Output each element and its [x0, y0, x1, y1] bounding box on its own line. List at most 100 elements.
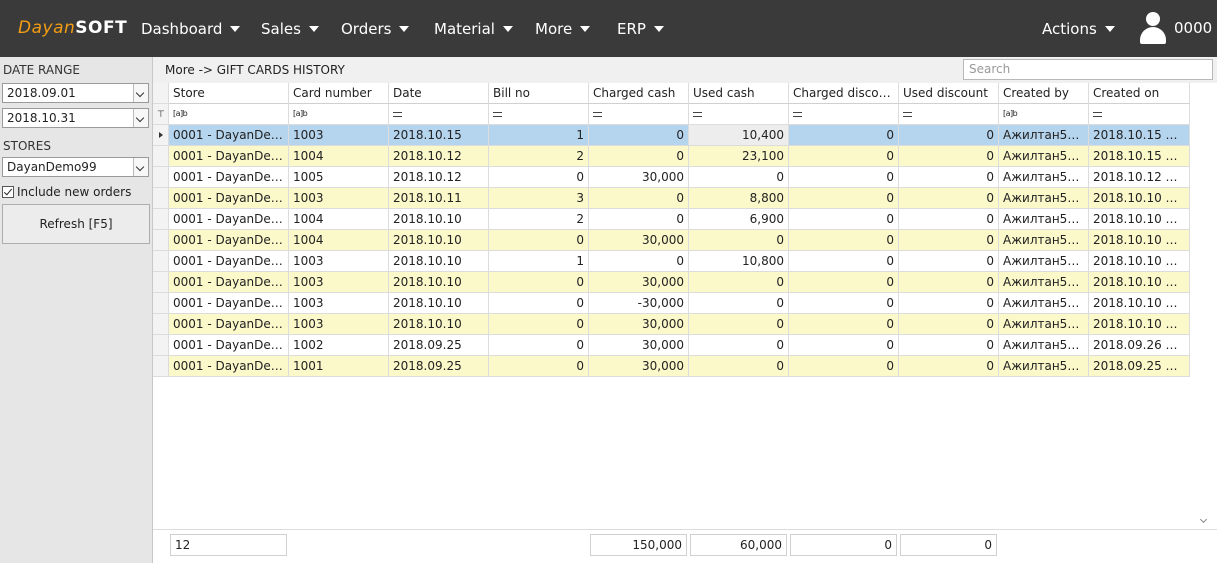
cell-card-number[interactable]: 1003 [289, 272, 389, 293]
cell-created-on[interactable]: 2018.10.10 15:27 [1089, 230, 1190, 251]
cell-created-on[interactable]: 2018.10.10 16:19 [1089, 188, 1190, 209]
search-input[interactable]: Search [963, 59, 1213, 80]
cell-bill-no[interactable]: 0 [489, 272, 589, 293]
row-indicator[interactable] [153, 314, 169, 335]
cell-used-cash[interactable]: 8,800 [689, 188, 789, 209]
cell-bill-no[interactable]: 0 [489, 230, 589, 251]
cell-created-by[interactable]: Ажилтан5001 [999, 251, 1089, 272]
cell-charged-discount[interactable]: 0 [789, 335, 899, 356]
filter-cell-used-discount[interactable] [899, 104, 999, 125]
column-header-used-discount[interactable]: Used discount [899, 83, 999, 104]
table-row[interactable]: 0001 - DayanDem... 1002 2018.09.25 0 30,000 0… [153, 335, 1196, 356]
cell-store[interactable]: 0001 - DayanDem... [169, 167, 289, 188]
chevron-down-icon[interactable] [133, 109, 148, 127]
cell-used-cash[interactable]: 0 [689, 167, 789, 188]
table-row[interactable]: 0001 - DayanDem... 1003 2018.10.15 1 0 10,400… [153, 125, 1196, 146]
cell-created-on[interactable]: 2018.10.12 17:41 [1089, 167, 1190, 188]
date-to-picker[interactable]: 2018.10.31 [2, 108, 149, 128]
cell-store[interactable]: 0001 - DayanDem... [169, 146, 289, 167]
cell-charged-discount[interactable]: 0 [789, 146, 899, 167]
column-header-used-cash[interactable]: Used cash [689, 83, 789, 104]
column-header-date[interactable]: Date [389, 83, 489, 104]
cell-store[interactable]: 0001 - DayanDem... [169, 209, 289, 230]
cell-date[interactable]: 2018.09.25 [389, 356, 489, 377]
cell-date[interactable]: 2018.10.12 [389, 167, 489, 188]
table-row[interactable]: 0001 - DayanDem... 1004 2018.10.10 0 30,000 0… [153, 230, 1196, 251]
table-row[interactable]: 0001 - DayanDem... 1003 2018.10.10 0 30,000 0… [153, 272, 1196, 293]
cell-charged-discount[interactable]: 0 [789, 293, 899, 314]
cell-store[interactable]: 0001 - DayanDem... [169, 335, 289, 356]
header-indicator[interactable] [153, 83, 169, 104]
cell-created-on[interactable]: 2018.10.15 09:12 [1089, 146, 1190, 167]
cell-used-discount[interactable]: 0 [899, 146, 999, 167]
cell-charged-cash[interactable]: 0 [589, 146, 689, 167]
column-header-charged-discount[interactable]: Charged discount [789, 83, 899, 104]
actions-menu[interactable]: Actions [1042, 20, 1115, 38]
app-logo[interactable]: DayanSOFT [18, 18, 127, 38]
cell-charged-cash[interactable]: 0 [589, 125, 689, 146]
cell-created-by[interactable]: Ажилтан5001 [999, 188, 1089, 209]
cell-date[interactable]: 2018.10.10 [389, 230, 489, 251]
cell-created-by[interactable]: Ажилтан5001 [999, 293, 1089, 314]
row-indicator[interactable] [153, 167, 169, 188]
cell-created-by[interactable]: Ажилтан5001 [999, 125, 1089, 146]
cell-created-on[interactable]: 2018.10.10 14:20 [1089, 314, 1190, 335]
cell-store[interactable]: 0001 - DayanDem... [169, 251, 289, 272]
cell-card-number[interactable]: 1001 [289, 356, 389, 377]
cell-card-number[interactable]: 1005 [289, 167, 389, 188]
cell-created-on[interactable]: 2018.09.26 09:32 [1089, 335, 1190, 356]
cell-used-cash[interactable]: 10,800 [689, 251, 789, 272]
column-header-row[interactable]: Store Card number Date Bill no Charged cash U… [153, 83, 1196, 104]
cell-charged-discount[interactable]: 0 [789, 188, 899, 209]
filter-row[interactable]: ⊤ [a]b [a]b [a]b [153, 104, 1196, 125]
row-indicator[interactable] [153, 146, 169, 167]
cell-created-by[interactable]: Ажилтан5001 [999, 230, 1089, 251]
nav-more[interactable]: More [535, 20, 591, 38]
cell-used-cash[interactable]: 10,400 [689, 125, 789, 146]
cell-charged-discount[interactable]: 0 [789, 167, 899, 188]
table-row[interactable]: 0001 - DayanDem... 1003 2018.10.11 3 0 8,800 0… [153, 188, 1196, 209]
chevron-down-icon[interactable] [133, 84, 148, 102]
cell-date[interactable]: 2018.10.11 [389, 188, 489, 209]
column-header-charged-cash[interactable]: Charged cash [589, 83, 689, 104]
table-row[interactable]: 0001 - DayanDem... 1003 2018.10.10 1 0 10,800… [153, 251, 1196, 272]
cell-used-discount[interactable]: 0 [899, 167, 999, 188]
nav-sales[interactable]: Sales [261, 20, 319, 38]
cell-created-by[interactable]: Ажилтан5001 [999, 167, 1089, 188]
include-new-orders-checkbox[interactable] [2, 186, 14, 198]
cell-charged-cash[interactable]: 0 [589, 251, 689, 272]
cell-charged-cash[interactable]: 0 [589, 209, 689, 230]
refresh-button[interactable]: Refresh [F5] [2, 204, 150, 244]
row-indicator[interactable] [153, 230, 169, 251]
include-new-orders-toggle[interactable]: Include new orders [2, 185, 131, 199]
cell-charged-cash[interactable]: 30,000 [589, 167, 689, 188]
cell-charged-cash[interactable]: 30,000 [589, 272, 689, 293]
cell-used-discount[interactable]: 0 [899, 293, 999, 314]
row-indicator[interactable] [153, 209, 169, 230]
filter-cell-used-cash[interactable] [689, 104, 789, 125]
cell-created-on[interactable]: 2018.09.25 17:44 [1089, 356, 1190, 377]
cell-date[interactable]: 2018.10.15 [389, 125, 489, 146]
cell-bill-no[interactable]: 0 [489, 356, 589, 377]
row-indicator[interactable] [153, 188, 169, 209]
cell-created-by[interactable]: Ажилтан5001 [999, 146, 1089, 167]
filter-cell-store[interactable]: [a]b [169, 104, 289, 125]
cell-store[interactable]: 0001 - DayanDem... [169, 188, 289, 209]
cell-bill-no[interactable]: 0 [489, 314, 589, 335]
cell-bill-no[interactable]: 1 [489, 125, 589, 146]
filter-cell-charged-discount[interactable] [789, 104, 899, 125]
cell-date[interactable]: 2018.10.10 [389, 251, 489, 272]
cell-charged-cash[interactable]: 30,000 [589, 356, 689, 377]
cell-used-cash[interactable]: 0 [689, 335, 789, 356]
cell-used-discount[interactable]: 0 [899, 209, 999, 230]
cell-charged-discount[interactable]: 0 [789, 209, 899, 230]
cell-created-by[interactable]: Ажилтан5001 [999, 356, 1089, 377]
cell-created-by[interactable]: Ажилтан5001 [999, 335, 1089, 356]
cell-used-discount[interactable]: 0 [899, 335, 999, 356]
vertical-scrollbar[interactable] [1196, 83, 1213, 529]
cell-bill-no[interactable]: 3 [489, 188, 589, 209]
cell-used-cash[interactable]: 0 [689, 314, 789, 335]
cell-charged-discount[interactable]: 0 [789, 251, 899, 272]
cell-date[interactable]: 2018.10.10 [389, 293, 489, 314]
cell-card-number[interactable]: 1003 [289, 188, 389, 209]
